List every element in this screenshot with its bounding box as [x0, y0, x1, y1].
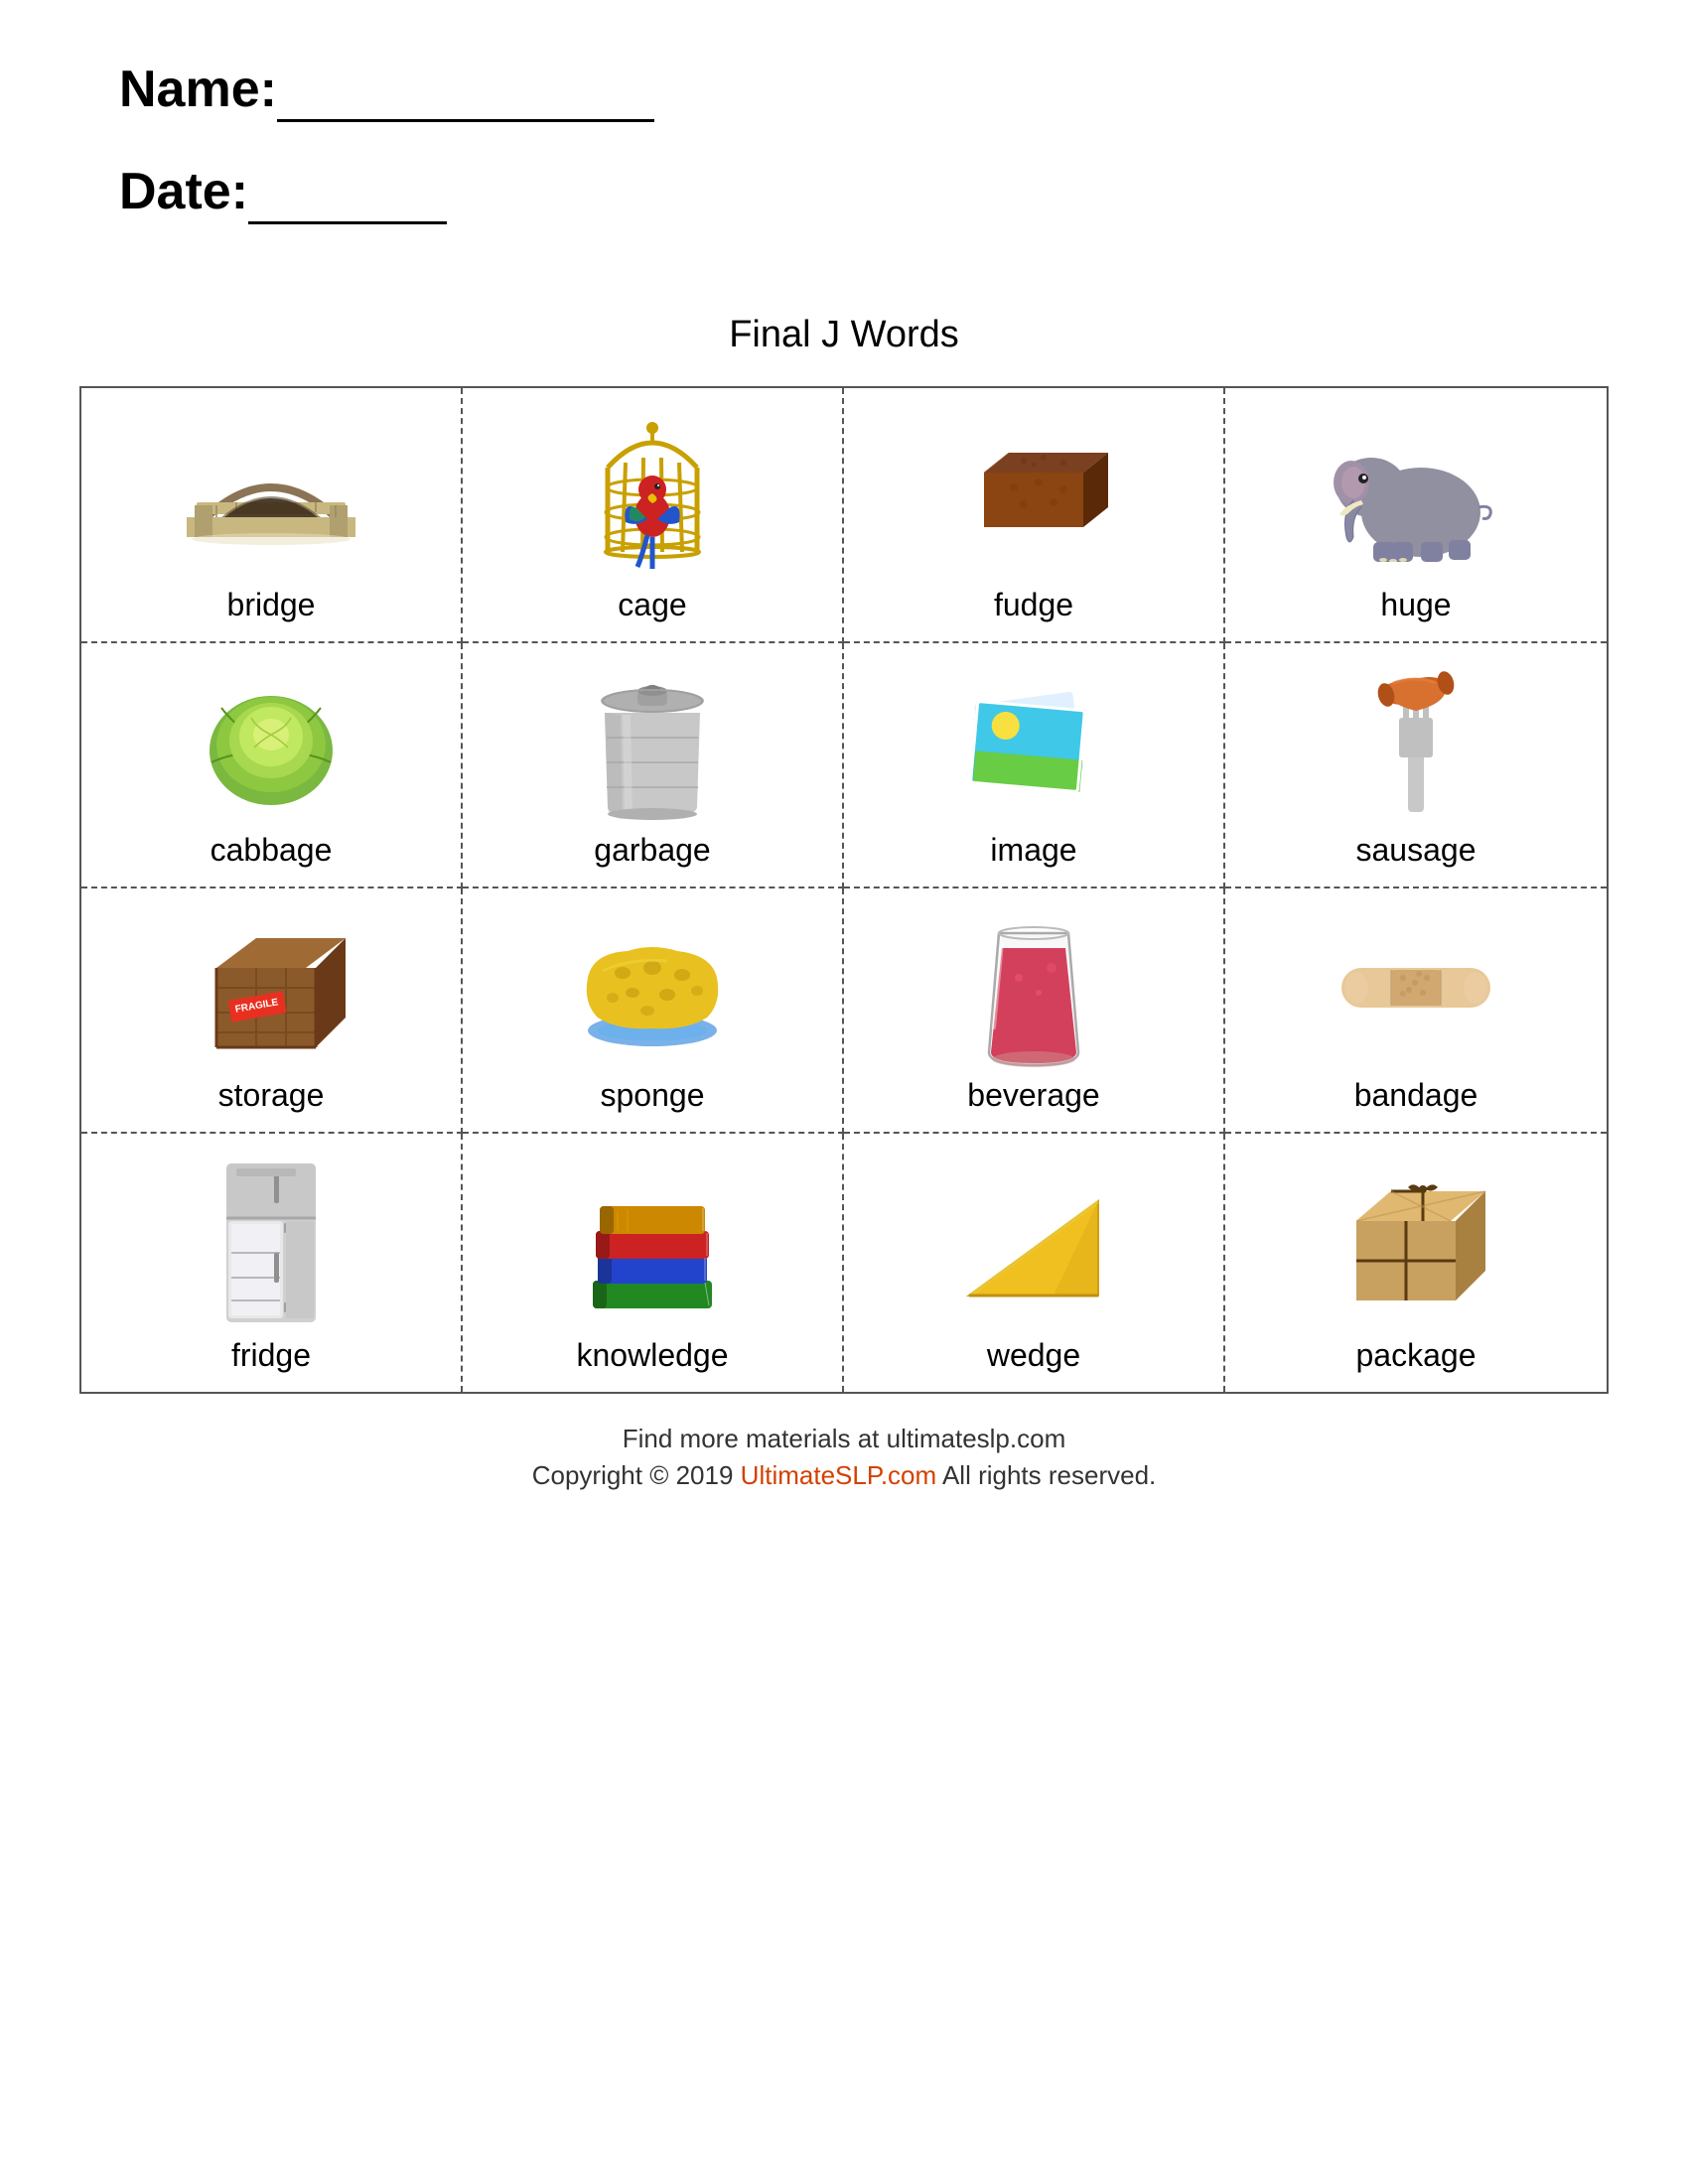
fudge-image [854, 408, 1213, 577]
fridge-image [91, 1154, 451, 1327]
bandage-label: bandage [1354, 1077, 1478, 1114]
huge-label: huge [1380, 587, 1451, 623]
grid-cell-garbage: garbage [463, 643, 844, 888]
sponge-image [473, 908, 832, 1067]
cage-image [473, 408, 832, 577]
grid-cell-cabbage: cabbage [81, 643, 463, 888]
name-label: Name: [119, 61, 277, 118]
header: Name: Date: [79, 60, 1609, 284]
grid-cell-beverage: beverage [844, 888, 1225, 1134]
grid-cell-sponge: sponge [463, 888, 844, 1134]
copyright-text: Copyright © 2019 [532, 1460, 741, 1490]
storage-label: storage [218, 1077, 325, 1114]
knowledge-label: knowledge [577, 1337, 729, 1374]
worksheet-title: Final J Words [79, 314, 1609, 356]
name-field: Name: [119, 60, 1609, 122]
beverage-image [854, 908, 1213, 1067]
cage-label: cage [618, 587, 686, 623]
bridge-image [91, 408, 451, 577]
grid-cell-cage: cage [463, 388, 844, 643]
grid-cell-bandage: bandage [1225, 888, 1607, 1134]
footer: Find more materials at ultimateslp.com C… [79, 1424, 1609, 1491]
knowledge-image [473, 1154, 832, 1327]
beverage-label: beverage [967, 1077, 1099, 1114]
grid-cell-package: package [1225, 1134, 1607, 1392]
grid-cell-knowledge: knowledge [463, 1134, 844, 1392]
grid-cell-fridge: fridge [81, 1134, 463, 1392]
fridge-label: fridge [231, 1337, 311, 1374]
cabbage-label: cabbage [211, 832, 333, 869]
huge-image [1235, 408, 1597, 577]
bandage-image [1235, 908, 1597, 1067]
word-grid: bridge [79, 386, 1609, 1394]
wedge-image [854, 1154, 1213, 1327]
storage-image: FRAGILE [91, 908, 451, 1067]
rights-text: All rights reserved. [936, 1460, 1156, 1490]
find-more-text: Find more materials at ultimateslp.com [79, 1424, 1609, 1454]
grid-cell-wedge: wedge [844, 1134, 1225, 1392]
grid-cell-sausage: sausage [1225, 643, 1607, 888]
package-label: package [1356, 1337, 1477, 1374]
garbage-label: garbage [594, 832, 710, 869]
grid-cell-fudge: fudge [844, 388, 1225, 643]
garbage-image [473, 663, 832, 822]
copyright-line: Copyright © 2019 UltimateSLP.com All rig… [79, 1460, 1609, 1491]
sausage-image [1235, 663, 1597, 822]
name-underline [277, 60, 654, 122]
date-label: Date: [119, 163, 248, 220]
grid-cell-huge: huge [1225, 388, 1607, 643]
date-field: Date: [119, 162, 1609, 224]
wedge-label: wedge [987, 1337, 1080, 1374]
cabbage-image [91, 663, 451, 822]
date-underline [248, 162, 447, 224]
brand-text: UltimateSLP.com [741, 1460, 937, 1490]
grid-cell-storage: FRAGILE storage [81, 888, 463, 1134]
sponge-label: sponge [601, 1077, 705, 1114]
sausage-label: sausage [1356, 832, 1477, 869]
bridge-label: bridge [227, 587, 316, 623]
grid-cell-bridge: bridge [81, 388, 463, 643]
fudge-label: fudge [994, 587, 1073, 623]
grid-cell-image: image [844, 643, 1225, 888]
image-label: image [990, 832, 1076, 869]
image-icon-image [854, 663, 1213, 822]
package-image [1235, 1154, 1597, 1327]
